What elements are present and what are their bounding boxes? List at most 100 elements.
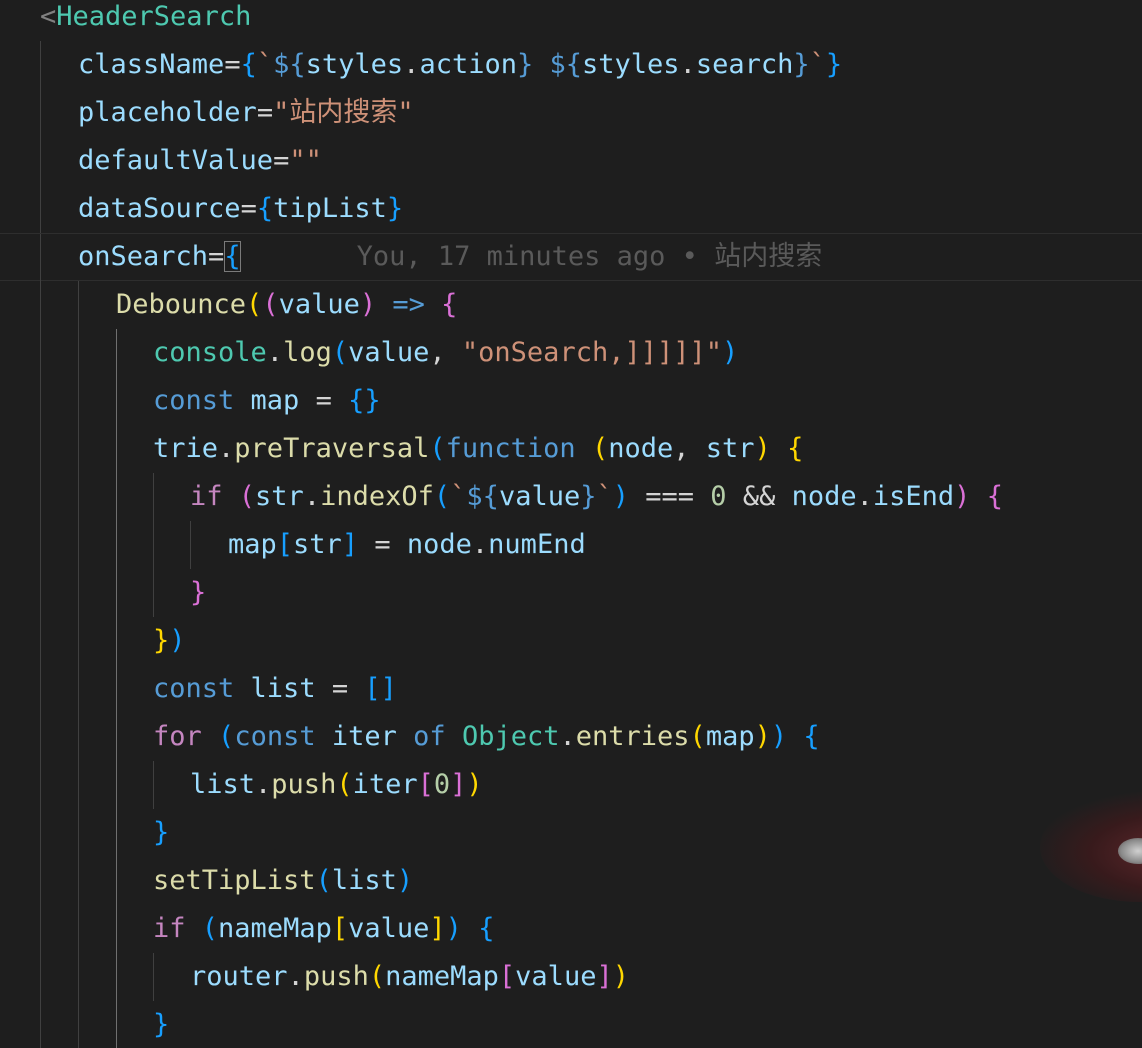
code-token: if [190,481,223,512]
indent-guide [78,761,79,809]
code-token: iter [352,769,418,800]
code-line: const list = [] [0,665,1142,713]
code-token: map [250,385,300,416]
indent-guide [116,713,117,761]
code-token: node [791,481,857,512]
indent-guide [78,1001,79,1048]
code-text[interactable]: const map = {} [153,377,381,425]
code-text[interactable]: Debounce((value) => { [116,281,457,329]
code-token: { [240,49,257,80]
code-text[interactable]: setTipList(list) [153,857,413,905]
code-token: nameMap [218,913,332,944]
code-token: => [392,289,425,320]
code-text[interactable]: defaultValue="" [78,137,322,185]
code-token: } [516,49,534,80]
indent-guide [116,521,117,569]
code-text[interactable]: }) [153,617,186,665]
indent-guide [116,665,117,713]
code-line-current: onSearch={You, 17 minutes ago • 站内搜索 [0,233,1142,282]
code-line: <HeaderSearch [0,0,1142,41]
code-token: placeholder [78,97,257,128]
code-editor[interactable]: <HeaderSearch className={`${styles.action… [0,0,1142,1048]
code-text[interactable]: const list = [] [153,665,397,713]
code-token: ] [450,769,467,800]
code-token: value [348,337,430,368]
code-line: if (nameMap[value]) { [0,905,1142,953]
code-text[interactable]: if (nameMap[value]) { [153,905,494,953]
code-token: node [406,529,472,560]
indent-guide [40,809,41,857]
code-token: defaultValue [78,145,274,176]
code-token: ] [429,913,446,944]
code-text[interactable]: map[str] = node.numEnd [228,521,586,569]
code-token: ( [336,769,353,800]
code-token: "站内搜索" [273,97,414,128]
code-line: trie.preTraversal(function (node, str) { [0,425,1142,473]
code-token: = [315,673,365,704]
indent-guide [40,1001,41,1048]
code-token: { [256,193,274,224]
indent-guide [78,857,79,905]
code-text[interactable]: dataSource={tipList} [78,185,403,233]
code-token: for [153,721,202,752]
indent-guide [40,89,41,137]
code-text[interactable]: } [153,809,169,857]
code-text[interactable]: for (const iter of Object.entries(map)) … [153,713,820,761]
indent-guide [40,425,41,473]
code-token: ) [612,961,629,992]
code-text[interactable]: className={`${styles.action} ${styles.se… [78,41,842,89]
code-text[interactable]: if (str.indexOf(`${value}`) === 0 && nod… [190,473,1003,521]
code-line: } [0,569,1142,617]
code-token: numEnd [488,529,586,560]
code-token: push [303,961,369,992]
code-token: = [273,145,290,176]
code-token: console [153,337,267,368]
code-token: ) [954,481,971,512]
code-line: setTipList(list) [0,857,1142,905]
indent-guide [116,1001,117,1048]
code-token: ) [612,481,630,512]
code-token: ` [450,481,467,512]
code-text[interactable]: router.push(nameMap[value]) [190,953,629,1001]
code-text[interactable]: console.log(value, "onSearch,]]]]]") [153,329,738,377]
code-token: ( [218,721,235,752]
code-token: ` [256,49,274,80]
indent-guide [153,953,154,1001]
code-text[interactable]: list.push(iter[0]) [190,761,483,809]
code-text[interactable]: } [190,569,206,617]
code-line: list.push(iter[0]) [0,761,1142,809]
code-token: ` [596,481,613,512]
code-token: { [441,289,458,320]
code-token: { [787,433,804,464]
code-line: }) [0,617,1142,665]
code-token: ] [341,529,359,560]
code-line: className={`${styles.action} ${styles.se… [0,41,1142,89]
code-text[interactable]: placeholder="站内搜索" [78,89,414,137]
code-token: ] [596,961,613,992]
code-token: ) [722,337,739,368]
code-token: Object [461,721,560,752]
code-token: = [224,49,241,80]
code-token: ( [331,337,349,368]
indent-guide [116,617,117,665]
code-token: str [705,433,755,464]
code-text[interactable]: onSearch={You, 17 minutes ago • 站内搜索 [78,234,822,280]
code-text[interactable]: trie.preTraversal(function (node, str) { [153,425,803,473]
code-token: trie [153,433,219,464]
code-token: [ [417,769,434,800]
code-text[interactable]: <HeaderSearch [40,0,251,41]
code-token: = [358,529,407,560]
code-token: } [153,817,170,848]
indent-guide [40,281,41,329]
indent-guide [153,761,154,809]
code-token: . [303,481,321,512]
indent-guide [116,761,117,809]
code-line: const map = {} [0,377,1142,425]
code-text[interactable]: } [153,1001,169,1048]
